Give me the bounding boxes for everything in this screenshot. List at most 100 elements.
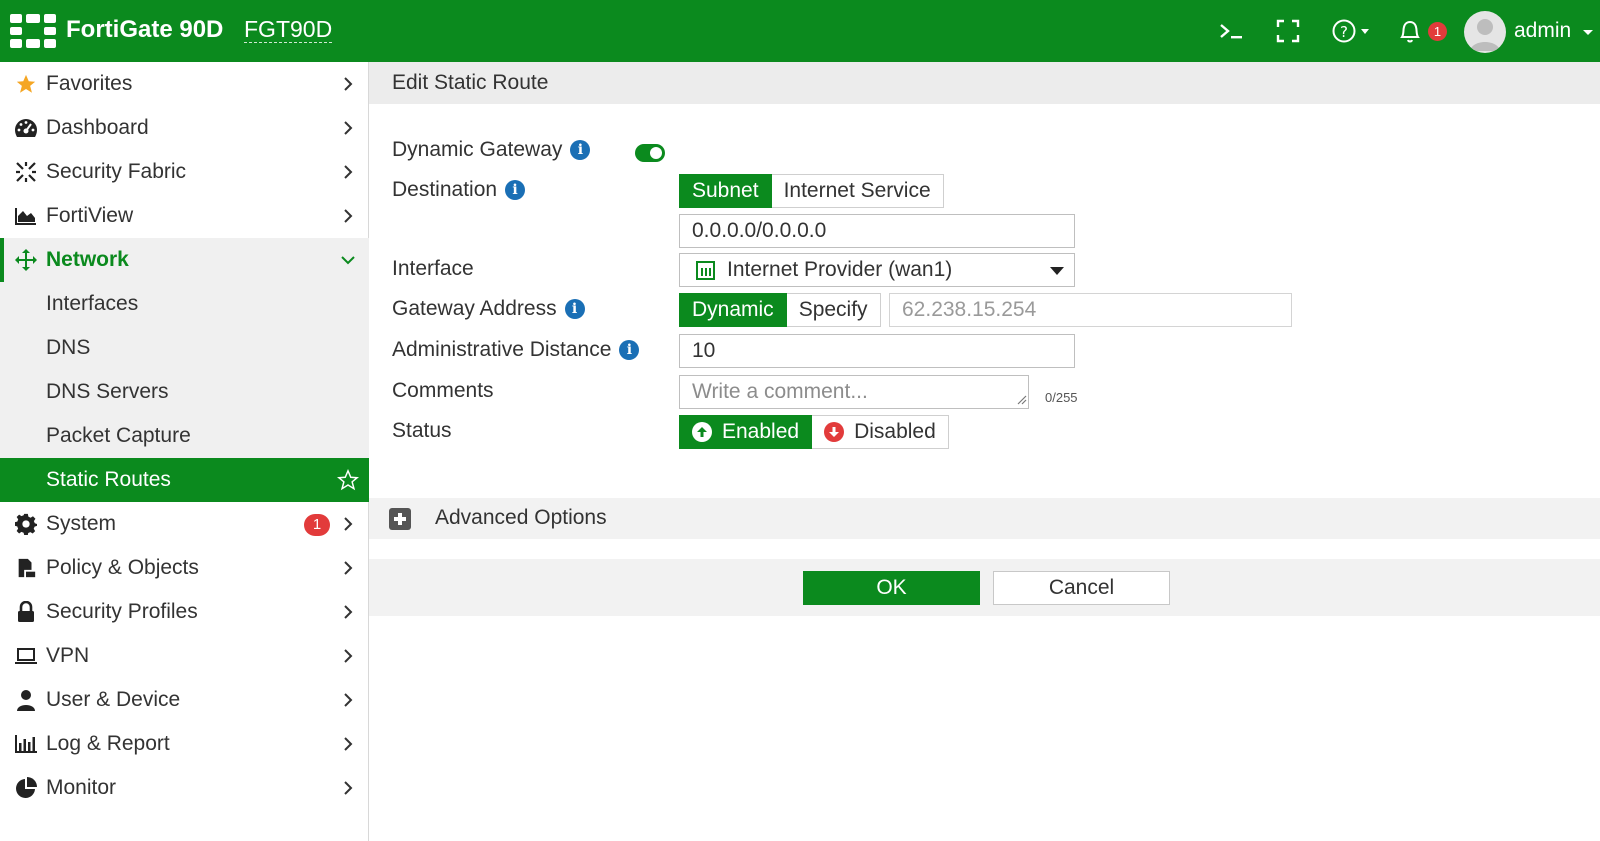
sidebar-item-label: Interfaces [46, 292, 139, 315]
dynamic-gateway-toggle[interactable] [635, 144, 665, 162]
user-icon [14, 689, 38, 711]
chevron-right-icon [344, 561, 353, 575]
field-label: Destination [392, 178, 498, 201]
network-icon [14, 249, 38, 271]
top-bar: FortiGate 90D FGT90D ? 1 admin [0, 0, 1600, 62]
cancel-button[interactable]: Cancel [993, 571, 1170, 605]
status-disabled-label: Disabled [854, 420, 936, 443]
user-avatar-icon[interactable] [1464, 11, 1506, 53]
destination-subnet-option[interactable]: Subnet [679, 174, 772, 208]
interface-label: Interface [392, 257, 474, 281]
ok-button[interactable]: OK [803, 571, 980, 605]
gateway-specify-option[interactable]: Specify [786, 293, 881, 327]
sidebar-item-monitor[interactable]: Monitor [0, 766, 369, 810]
field-label: Status [392, 419, 452, 442]
sidebar: Favorites Dashboard Security Fabric Fort… [0, 62, 369, 841]
info-icon[interactable]: i [570, 140, 591, 160]
sidebar-item-label: VPN [46, 644, 90, 667]
chevron-right-icon [344, 737, 353, 751]
chevron-right-icon [344, 517, 353, 531]
gateway-address-input[interactable]: 62.238.15.254 [889, 293, 1292, 327]
sidebar-item-dns-servers[interactable]: DNS Servers [0, 370, 369, 414]
sidebar-item-label: FortiView [46, 204, 134, 227]
sidebar-item-security-fabric[interactable]: Security Fabric [0, 150, 369, 194]
status-label: Status [392, 419, 452, 443]
hostname-link[interactable]: FGT90D [244, 16, 333, 43]
help-icon[interactable]: ? [1332, 14, 1372, 48]
resize-handle-icon[interactable] [1015, 393, 1027, 405]
status-enabled-option[interactable]: Enabled [679, 415, 813, 449]
sidebar-item-label: Network [46, 248, 129, 271]
sidebar-item-label: Security Fabric [46, 160, 187, 183]
gateway-dynamic-option[interactable]: Dynamic [679, 293, 787, 327]
sidebar-item-label: Favorites [46, 72, 133, 95]
sidebar-item-label: DNS Servers [46, 380, 169, 403]
field-label: Dynamic Gateway [392, 138, 563, 161]
gateway-type-selector: Dynamic Specify [679, 293, 881, 327]
user-name: admin [1514, 19, 1572, 42]
dropdown-caret-icon [1050, 267, 1064, 275]
sidebar-item-dns[interactable]: DNS [0, 326, 369, 370]
lock-icon [14, 601, 38, 623]
comments-label: Comments [392, 379, 494, 403]
cli-console-icon[interactable] [1218, 14, 1244, 48]
sidebar-item-favorites[interactable]: Favorites [0, 62, 369, 106]
status-disabled-option[interactable]: Disabled [812, 415, 949, 449]
chevron-right-icon [344, 605, 353, 619]
field-label: Administrative Distance [392, 338, 612, 361]
field-label: Comments [392, 379, 494, 402]
field-label: Interface [392, 257, 474, 280]
sidebar-item-security-profiles[interactable]: Security Profiles [0, 590, 369, 634]
sidebar-item-vpn[interactable]: VPN [0, 634, 369, 678]
dashboard-icon [14, 117, 38, 139]
info-icon[interactable]: i [619, 340, 640, 360]
pie-chart-icon [14, 777, 38, 799]
fullscreen-icon[interactable] [1276, 14, 1300, 48]
sidebar-item-dashboard[interactable]: Dashboard [0, 106, 369, 150]
sidebar-item-policy-objects[interactable]: Policy & Objects [0, 546, 369, 590]
admin-distance-input[interactable]: 10 [679, 334, 1075, 368]
sidebar-item-packet-capture[interactable]: Packet Capture [0, 414, 369, 458]
star-outline-icon[interactable] [337, 469, 359, 491]
destination-label: Destination i [392, 178, 526, 202]
sidebar-item-label: User & Device [46, 688, 181, 711]
notification-badge: 1 [1428, 22, 1447, 41]
interface-select[interactable]: Internet Provider (wan1) [679, 253, 1075, 287]
bell-icon[interactable] [1398, 14, 1422, 48]
system-badge: 1 [304, 514, 330, 536]
policy-icon [14, 557, 38, 579]
status-enabled-label: Enabled [722, 420, 800, 443]
sidebar-item-interfaces[interactable]: Interfaces [0, 282, 369, 326]
chevron-right-icon [344, 77, 353, 91]
sidebar-item-static-routes[interactable]: Static Routes [0, 458, 369, 502]
admin-distance-label: Administrative Distance i [392, 338, 640, 362]
destination-subnet-input[interactable]: 0.0.0.0/0.0.0.0 [679, 214, 1075, 248]
sidebar-item-label: Log & Report [46, 732, 170, 755]
svg-text:?: ? [1340, 23, 1348, 41]
sidebar-item-log-report[interactable]: Log & Report [0, 722, 369, 766]
chevron-down-icon [1583, 30, 1594, 35]
main-panel: Edit Static Route Dynamic Gateway i Dest… [369, 62, 1600, 841]
chevron-right-icon [344, 209, 353, 223]
arrow-up-circle-icon [692, 422, 712, 442]
destination-internet-service-option[interactable]: Internet Service [771, 174, 944, 208]
fortinet-logo-icon [10, 14, 56, 48]
chevron-right-icon [344, 781, 353, 795]
bar-chart-icon [14, 733, 38, 755]
comments-textarea[interactable]: Write a comment... [679, 375, 1029, 409]
info-icon[interactable]: i [564, 299, 585, 319]
sidebar-item-fortiview[interactable]: FortiView [0, 194, 369, 238]
advanced-options-toggle[interactable]: Advanced Options [369, 498, 1600, 539]
chevron-down-icon [341, 256, 355, 265]
info-icon[interactable]: i [505, 180, 526, 200]
sidebar-item-label: Static Routes [46, 468, 171, 491]
sidebar-item-network[interactable]: Network [0, 238, 369, 282]
ethernet-port-icon [696, 260, 715, 280]
comment-char-counter: 0/255 [1045, 390, 1078, 405]
user-menu[interactable]: admin [1514, 19, 1595, 43]
sidebar-item-system[interactable]: System 1 [0, 502, 369, 546]
interface-select-value: Internet Provider (wan1) [727, 258, 953, 281]
sidebar-item-label: Monitor [46, 776, 117, 799]
device-model: FortiGate 90D [66, 16, 224, 43]
sidebar-item-user-device[interactable]: User & Device [0, 678, 369, 722]
